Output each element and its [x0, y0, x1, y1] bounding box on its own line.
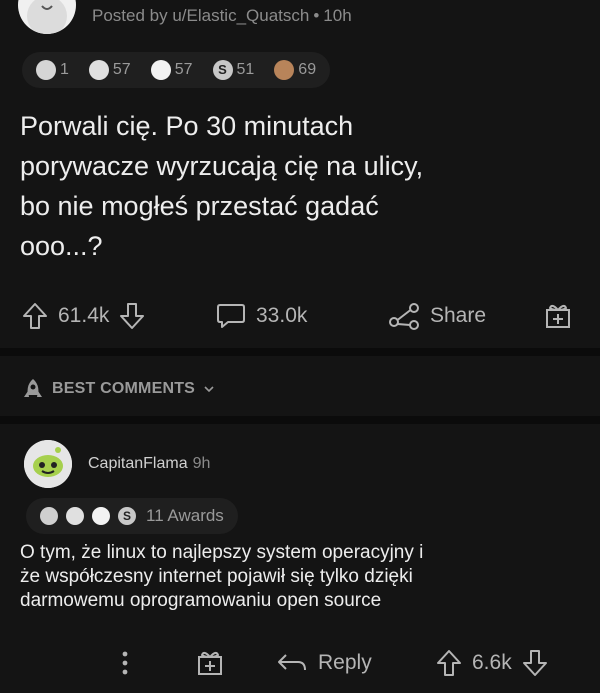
comment-username[interactable]: CapitanFlama	[88, 455, 188, 473]
poster-avatar[interactable]	[18, 0, 76, 34]
section-divider	[0, 348, 600, 356]
chevron-down-icon	[203, 384, 215, 394]
reply-arrow-icon	[276, 651, 308, 675]
share-button[interactable]: Share	[388, 292, 486, 340]
award-item: 69	[274, 60, 316, 80]
post-score: 61.4k	[58, 304, 110, 327]
sloth-award-icon	[274, 60, 295, 80]
upvote-arrow-icon[interactable]	[436, 649, 462, 677]
comment-meta: CapitanFlama 9h	[88, 455, 210, 473]
silver-s-award-icon: S	[118, 507, 136, 525]
comment-vote-group: 6.6k	[436, 640, 548, 686]
reply-button[interactable]: Reply	[276, 640, 372, 686]
section-divider	[0, 416, 600, 424]
post-age: 10h	[323, 6, 352, 25]
more-options-button[interactable]	[120, 640, 130, 686]
comment-action-bar: Reply 6.6k	[0, 640, 600, 686]
downvote-arrow-icon[interactable]	[522, 649, 548, 677]
comment-awards[interactable]: S 11 Awards	[26, 498, 238, 534]
comment-body: O tym, że linux to najlepszy system oper…	[20, 542, 424, 611]
comment-count: 33.0k	[256, 304, 308, 327]
face-award-icon	[92, 507, 110, 525]
comment-score: 6.6k	[472, 651, 512, 674]
posted-by-link[interactable]: Posted by u/Elastic_Quatsch	[92, 6, 309, 26]
hand-award-icon	[88, 60, 109, 80]
award-item: S 51	[212, 60, 254, 80]
rocket-icon	[22, 377, 44, 401]
vertical-dots-icon	[120, 650, 130, 676]
gift-award-icon	[196, 649, 224, 677]
commenter-avatar[interactable]	[24, 440, 72, 488]
silver-s-award-icon: S	[212, 60, 233, 80]
post-awards[interactable]: 1 57 57 S 51 69	[22, 52, 331, 88]
award-item: 1	[36, 60, 69, 80]
post-title: Porwali cię. Po 30 minutach porywacze wy…	[20, 111, 424, 261]
post-action-bar: 61.4k 33.0k Share	[0, 292, 600, 340]
award-item: 57	[88, 60, 131, 80]
sort-label: BEST COMMENTS	[52, 380, 196, 397]
give-award-button[interactable]	[196, 640, 224, 686]
hand-award-icon	[66, 507, 84, 525]
comment-age: 9h	[192, 455, 211, 472]
share-icon	[388, 302, 420, 330]
award-item: 57	[150, 60, 193, 80]
post-meta: Posted by u/Elastic_Quatsch • 10h	[92, 6, 352, 26]
reply-label: Reply	[318, 651, 372, 674]
share-label: Share	[430, 304, 487, 327]
awards-count-label: 11 Awards	[146, 506, 224, 525]
upvote-arrow-icon[interactable]	[22, 302, 48, 330]
gift-award-icon	[544, 302, 572, 330]
post-vote-group: 61.4k	[22, 292, 145, 340]
comment-sort-dropdown[interactable]: BEST COMMENTS	[22, 372, 215, 406]
give-award-button[interactable]	[544, 292, 572, 340]
face-award-icon	[150, 60, 171, 80]
helpful-award-icon	[36, 60, 56, 80]
downvote-arrow-icon[interactable]	[119, 302, 145, 330]
comments-button[interactable]: 33.0k	[216, 292, 307, 340]
rocket-award-icon	[40, 507, 58, 525]
comment-bubble-icon	[216, 302, 246, 330]
